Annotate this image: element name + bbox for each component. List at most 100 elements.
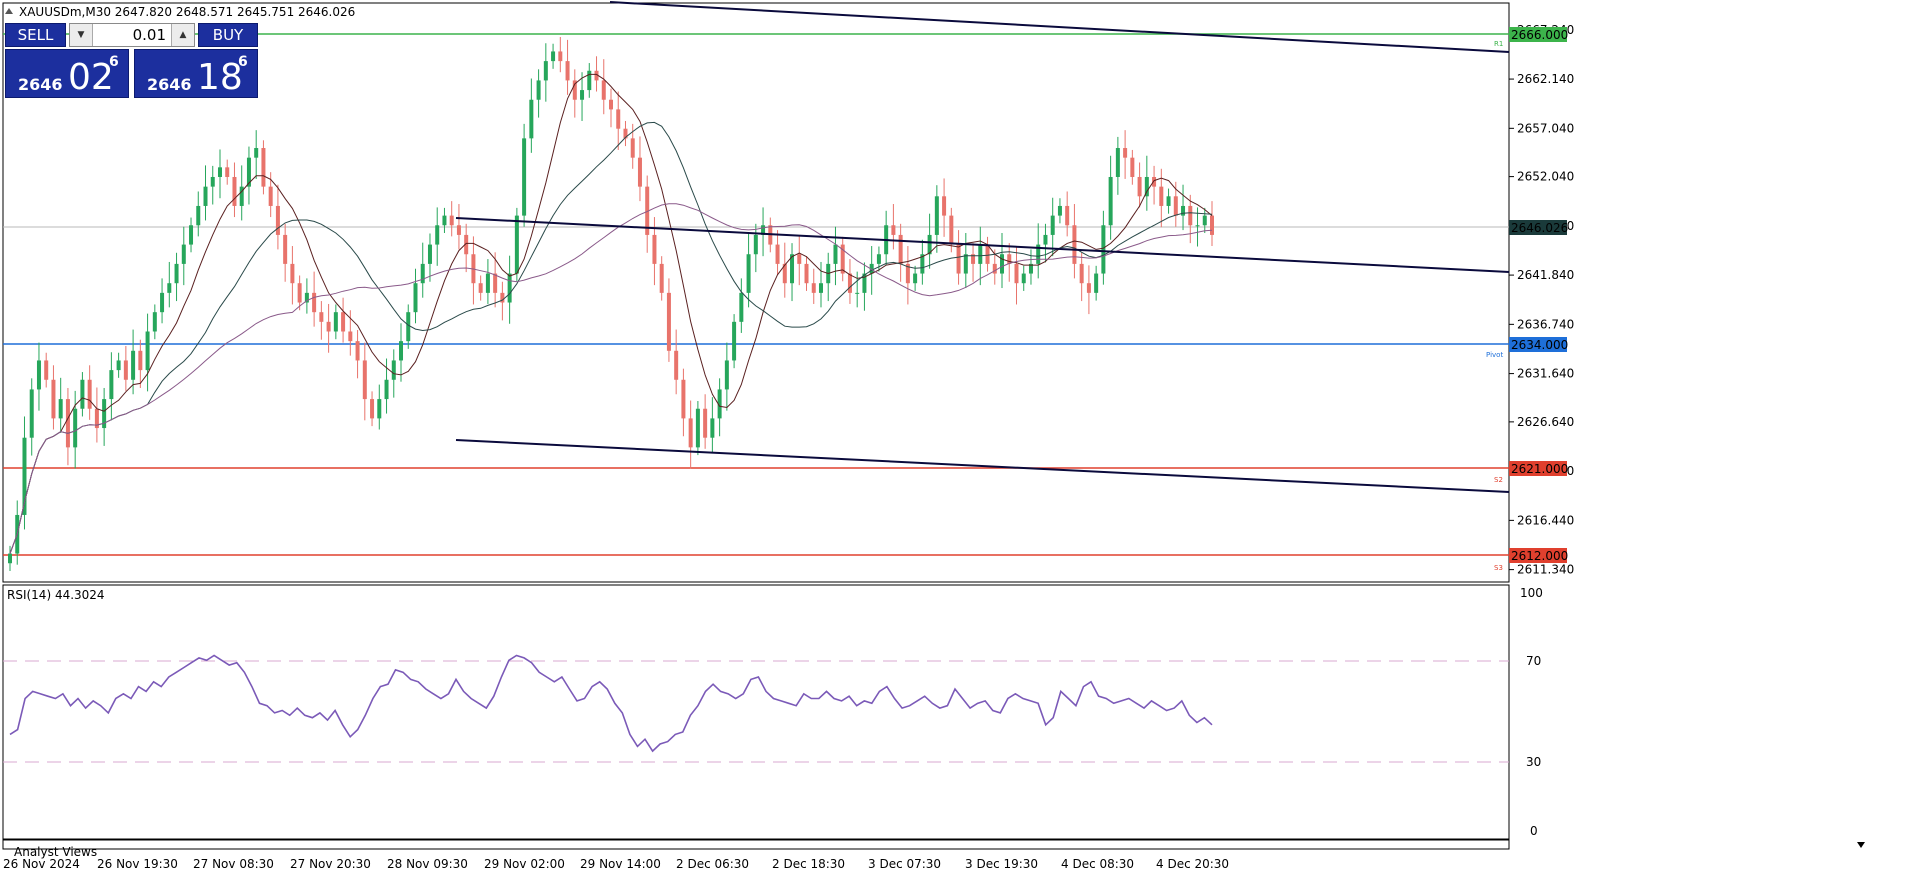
candle-body bbox=[348, 331, 353, 342]
candle-body bbox=[160, 292, 165, 313]
lot-size-field: ▼ ▲ bbox=[69, 23, 195, 47]
candle-body bbox=[1115, 148, 1120, 177]
level-tag-2634: 2634.000 bbox=[1509, 337, 1568, 352]
price-axis[interactable]: 2667.2402662.1402657.0402652.0402646.940… bbox=[1509, 23, 1574, 577]
candle-body bbox=[551, 51, 556, 62]
candle-body bbox=[131, 350, 136, 380]
time-tick-label: 4 Dec 08:30 bbox=[1061, 857, 1134, 871]
candle-body bbox=[1123, 148, 1128, 158]
candle-body bbox=[406, 312, 411, 342]
candle-body bbox=[435, 225, 440, 245]
candle-body bbox=[934, 196, 939, 235]
sell-button[interactable]: SELL bbox=[5, 23, 66, 47]
buy-button[interactable]: BUY bbox=[198, 23, 258, 47]
candle-body bbox=[1137, 176, 1142, 197]
candle-body bbox=[609, 99, 613, 110]
candle-body bbox=[536, 80, 541, 100]
candle-body bbox=[355, 341, 360, 361]
sell-price-box[interactable]: 2646 02 6 bbox=[5, 49, 129, 98]
candle-body bbox=[268, 186, 273, 206]
time-tick-label: 26 Nov 19:30 bbox=[97, 857, 178, 871]
level-label-pivot: Pivot bbox=[1486, 351, 1503, 359]
candle-body bbox=[312, 292, 317, 313]
svg-text:2621.000: 2621.000 bbox=[1511, 462, 1568, 476]
buy-price-pipette: 6 bbox=[238, 54, 248, 70]
candle-body bbox=[1007, 254, 1012, 264]
buy-price-box[interactable]: 2646 18 6 bbox=[134, 49, 258, 98]
candle-body bbox=[138, 350, 143, 371]
candle-body bbox=[319, 312, 324, 322]
svg-text:2666.000: 2666.000 bbox=[1511, 28, 1568, 42]
candle-body bbox=[167, 283, 172, 293]
candle-body bbox=[1043, 234, 1048, 245]
candle-body bbox=[189, 225, 194, 245]
candle-body bbox=[1195, 225, 1200, 227]
price-tick-label: 2616.440 bbox=[1517, 513, 1574, 527]
triangle-down-icon[interactable]: ▼ bbox=[70, 24, 93, 46]
candle-body bbox=[485, 273, 490, 293]
price-tick-label: 2662.140 bbox=[1517, 72, 1574, 86]
rsi-level-30: 30 bbox=[1526, 755, 1541, 769]
candle-body bbox=[109, 370, 114, 400]
time-tick-label: 28 Nov 09:30 bbox=[387, 857, 468, 871]
candle-body bbox=[8, 553, 12, 564]
rsi-chart-area[interactable] bbox=[2, 584, 1510, 840]
candle-body bbox=[811, 283, 816, 293]
candle-body bbox=[1108, 176, 1113, 226]
price-chart[interactable]: R1 Pivot S2 S3 2667.2402662.1402657.0402… bbox=[0, 0, 1916, 874]
candle-body bbox=[681, 379, 686, 419]
current-price-tag: 2646.026 bbox=[1509, 220, 1568, 235]
time-tick-label: 2 Dec 06:30 bbox=[676, 857, 749, 871]
candle-body bbox=[145, 331, 150, 371]
candle-body bbox=[601, 80, 606, 100]
svg-text:2646.026: 2646.026 bbox=[1511, 221, 1568, 235]
rsi-label: RSI(14) 44.3024 bbox=[7, 588, 105, 602]
candle-body bbox=[703, 408, 708, 438]
candle-body bbox=[963, 254, 968, 274]
candle-body bbox=[493, 273, 498, 293]
level-label-s3: S3 bbox=[1494, 564, 1503, 572]
candle-body bbox=[1000, 254, 1005, 274]
candle-body bbox=[283, 234, 288, 264]
candle-body bbox=[1014, 263, 1019, 284]
candle-body bbox=[565, 61, 570, 81]
candle-body bbox=[695, 408, 700, 448]
triangle-up-icon[interactable]: ▲ bbox=[171, 24, 194, 46]
candle-body bbox=[855, 292, 860, 294]
candle-body bbox=[913, 273, 918, 284]
candle-body bbox=[529, 99, 534, 139]
candle-body bbox=[203, 186, 208, 206]
level-tag-2621: 2621.000 bbox=[1509, 461, 1568, 476]
analyst-views-bar[interactable] bbox=[2, 839, 1510, 850]
candle-body bbox=[29, 389, 34, 438]
svg-text:2612.000: 2612.000 bbox=[1511, 549, 1568, 563]
candle-body bbox=[724, 360, 729, 390]
time-tick-label: 3 Dec 19:30 bbox=[965, 857, 1038, 871]
candle-body bbox=[123, 360, 128, 380]
candle-body bbox=[942, 196, 947, 216]
time-tick-label: 29 Nov 14:00 bbox=[580, 857, 661, 871]
chevron-down-icon[interactable] bbox=[1857, 842, 1865, 848]
candle-body bbox=[580, 90, 585, 100]
candle-body bbox=[449, 215, 454, 226]
candle-body bbox=[637, 157, 642, 187]
candle-body bbox=[391, 360, 396, 380]
candle-body bbox=[666, 292, 671, 351]
time-tick-label: 3 Dec 07:30 bbox=[868, 857, 941, 871]
candle-body bbox=[80, 379, 85, 409]
candle-body bbox=[254, 148, 259, 158]
candle-body bbox=[326, 321, 331, 332]
level-label-s2: S2 bbox=[1494, 476, 1503, 484]
candle-body bbox=[616, 109, 621, 129]
time-axis[interactable]: 26 Nov 2024 26 Nov 19:30 27 Nov 08:30 27 No… bbox=[3, 857, 1229, 871]
candle-body bbox=[1065, 205, 1070, 226]
candle-body bbox=[1188, 205, 1193, 226]
candle-body bbox=[587, 70, 592, 91]
candle-body bbox=[261, 148, 266, 187]
candle-body bbox=[1021, 273, 1026, 284]
candle-body bbox=[746, 254, 751, 293]
candle-body bbox=[1086, 283, 1091, 293]
lot-size-input[interactable] bbox=[94, 24, 170, 46]
symbol-info: XAUUSDm,M30 2647.820 2648.571 2645.751 2… bbox=[19, 5, 355, 19]
candle-body bbox=[891, 225, 896, 235]
